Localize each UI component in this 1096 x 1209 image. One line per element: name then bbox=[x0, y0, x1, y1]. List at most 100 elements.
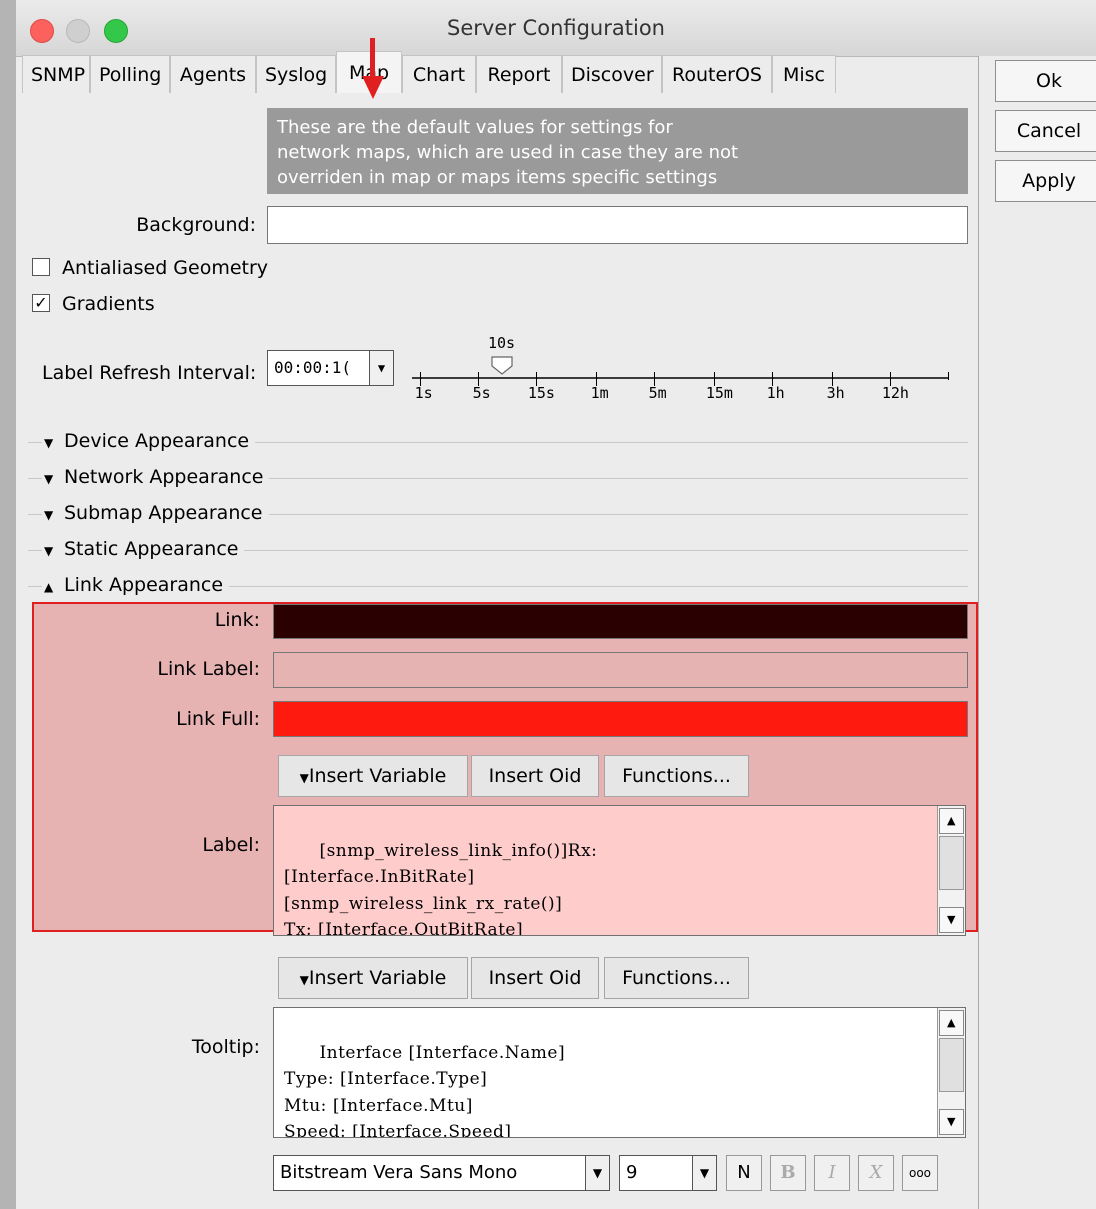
font-size-select[interactable]: 9 ▼ bbox=[619, 1155, 717, 1191]
tooltip-scrollbar[interactable]: ▲ ▼ bbox=[937, 1008, 965, 1137]
tab-syslog[interactable]: Syslog bbox=[256, 55, 336, 93]
slider-tick-label: 1m bbox=[590, 384, 609, 402]
link-label-color-field[interactable] bbox=[273, 652, 968, 688]
server-configuration-window: Server Configuration SNMP Polling Agents… bbox=[16, 0, 1096, 1209]
link-full-color-field[interactable] bbox=[273, 701, 968, 737]
tab-chart[interactable]: Chart bbox=[402, 55, 476, 93]
dialog-buttons-panel: Ok Cancel Apply bbox=[978, 56, 1096, 1209]
slider-tick-label: 15s bbox=[527, 384, 555, 402]
expand-triangle-icon[interactable]: ▼ bbox=[44, 472, 64, 486]
link-full-color-label: Link Full: bbox=[176, 708, 260, 730]
gradients-checkbox[interactable]: ✓ bbox=[32, 294, 50, 312]
antialiased-checkbox[interactable] bbox=[32, 258, 50, 276]
tooltip-template-text: Interface [Interface.Name] Type: [Interf… bbox=[284, 1042, 566, 1138]
slider-thumb[interactable] bbox=[490, 356, 516, 376]
slider-current-value: 10s bbox=[488, 334, 516, 352]
normal-style-button[interactable]: N bbox=[726, 1155, 762, 1191]
font-family-select[interactable]: Bitstream Vera Sans Mono ▼ bbox=[273, 1155, 610, 1191]
more-options-button[interactable]: ooo bbox=[902, 1155, 938, 1191]
tooltip-label: Tooltip: bbox=[191, 1036, 260, 1058]
info-banner: These are the default values for setting… bbox=[267, 108, 968, 194]
background-label: Background: bbox=[136, 214, 256, 236]
tab-misc[interactable]: Misc bbox=[772, 55, 836, 93]
info-banner-line: network maps, which are used in case the… bbox=[277, 142, 739, 163]
font-family-value: Bitstream Vera Sans Mono bbox=[280, 1162, 518, 1183]
scroll-thumb[interactable] bbox=[939, 1038, 964, 1092]
link-appearance-label: Link Appearance bbox=[64, 574, 224, 596]
apply-button[interactable]: Apply bbox=[995, 160, 1096, 202]
slider-tick-label: 5s bbox=[472, 384, 491, 402]
collapse-triangle-icon[interactable]: ▲ bbox=[44, 580, 64, 594]
link-label-color-label: Link Label: bbox=[157, 658, 260, 680]
bold-button[interactable]: B bbox=[770, 1155, 806, 1191]
chevron-down-icon[interactable]: ▼ bbox=[369, 351, 393, 385]
tab-snmp[interactable]: SNMP bbox=[22, 55, 90, 93]
map-settings-panel: These are the default values for setting… bbox=[16, 94, 978, 1209]
tab-polling[interactable]: Polling bbox=[90, 55, 170, 93]
background-color-field[interactable] bbox=[267, 206, 968, 244]
slider-tick-label: 3h bbox=[826, 384, 845, 402]
insert-variable-button[interactable]: ▼Insert Variable bbox=[278, 755, 468, 797]
italic-button[interactable]: I bbox=[814, 1155, 850, 1191]
static-appearance-label: Static Appearance bbox=[64, 538, 239, 560]
link-appearance-section[interactable]: ▲ Link Appearance bbox=[28, 574, 968, 598]
network-appearance-section[interactable]: ▼ Network Appearance bbox=[28, 466, 968, 490]
refresh-interval-select[interactable]: 00:00:1( ▼ bbox=[267, 350, 394, 386]
label-template-text: [snmp_wireless_link_info()]Rx: [Interfac… bbox=[284, 840, 598, 936]
expand-triangle-icon[interactable]: ▼ bbox=[44, 508, 64, 522]
scroll-thumb[interactable] bbox=[939, 836, 964, 890]
insert-oid-button[interactable]: Insert Oid bbox=[471, 755, 599, 797]
expand-triangle-icon[interactable]: ▼ bbox=[44, 436, 64, 450]
slider-tick-label: 12h bbox=[881, 384, 909, 402]
slider-tick-label: 5m bbox=[648, 384, 667, 402]
tab-agents[interactable]: Agents bbox=[170, 55, 256, 93]
tooltip-insert-variable-button[interactable]: ▼Insert Variable bbox=[278, 957, 468, 999]
scroll-up-icon[interactable]: ▲ bbox=[939, 1010, 964, 1036]
window-title: Server Configuration bbox=[447, 16, 665, 40]
annotation-arrow-icon bbox=[362, 38, 384, 99]
functions-button[interactable]: Functions... bbox=[604, 755, 749, 797]
link-color-field[interactable] bbox=[273, 604, 968, 639]
info-banner-line: overriden in map or maps items specific … bbox=[277, 167, 718, 188]
scroll-up-icon[interactable]: ▲ bbox=[939, 808, 964, 834]
tooltip-functions-button[interactable]: Functions... bbox=[604, 957, 749, 999]
network-appearance-label: Network Appearance bbox=[64, 466, 264, 488]
font-size-value: 9 bbox=[626, 1162, 638, 1183]
submap-appearance-section[interactable]: ▼ Submap Appearance bbox=[28, 502, 968, 526]
tooltip-insert-oid-button[interactable]: Insert Oid bbox=[471, 957, 599, 999]
cancel-button[interactable]: Cancel bbox=[995, 110, 1096, 152]
refresh-interval-value: 00:00:1( bbox=[274, 358, 352, 377]
slider-tick-label: 1s bbox=[414, 384, 433, 402]
tooltip-template-editor[interactable]: Interface [Interface.Name] Type: [Interf… bbox=[273, 1007, 966, 1138]
label-template-label: Label: bbox=[202, 834, 260, 856]
antialiased-label: Antialiased Geometry bbox=[62, 257, 269, 279]
label-template-editor[interactable]: [snmp_wireless_link_info()]Rx: [Interfac… bbox=[273, 805, 966, 936]
label-scrollbar[interactable]: ▲ ▼ bbox=[937, 806, 965, 935]
slider-end-tick bbox=[948, 372, 949, 380]
refresh-interval-slider[interactable]: 1s 5s 15s 1m 5m 15m 1h 3h 12h 10s bbox=[396, 330, 956, 410]
info-banner-line: These are the default values for setting… bbox=[277, 117, 673, 138]
chevron-down-icon[interactable]: ▼ bbox=[585, 1156, 609, 1190]
expand-triangle-icon[interactable]: ▼ bbox=[44, 544, 64, 558]
scroll-down-icon[interactable]: ▼ bbox=[939, 1109, 964, 1135]
label-refresh-interval-label: Label Refresh Interval: bbox=[42, 362, 257, 384]
scroll-down-icon[interactable]: ▼ bbox=[939, 907, 964, 933]
ok-button[interactable]: Ok bbox=[995, 60, 1096, 102]
title-bar: Server Configuration bbox=[16, 0, 1096, 57]
gradients-label: Gradients bbox=[62, 293, 155, 315]
slider-tick-label: 15m bbox=[705, 384, 733, 402]
chevron-down-icon[interactable]: ▼ bbox=[692, 1156, 716, 1190]
submap-appearance-label: Submap Appearance bbox=[64, 502, 263, 524]
device-appearance-label: Device Appearance bbox=[64, 430, 250, 452]
device-appearance-section[interactable]: ▼ Device Appearance bbox=[28, 430, 968, 454]
format-toolbar: N B I X ooo bbox=[726, 1155, 976, 1191]
dropdown-triangle-icon: ▼ bbox=[299, 973, 309, 987]
tab-routeros[interactable]: RouterOS bbox=[662, 55, 772, 93]
slider-tick-label: 1h bbox=[766, 384, 785, 402]
clear-format-button[interactable]: X bbox=[858, 1155, 894, 1191]
tab-report[interactable]: Report bbox=[476, 55, 562, 93]
tab-discover[interactable]: Discover bbox=[562, 55, 662, 93]
dropdown-triangle-icon: ▼ bbox=[299, 771, 309, 785]
static-appearance-section[interactable]: ▼ Static Appearance bbox=[28, 538, 968, 562]
link-color-label: Link: bbox=[214, 609, 260, 631]
